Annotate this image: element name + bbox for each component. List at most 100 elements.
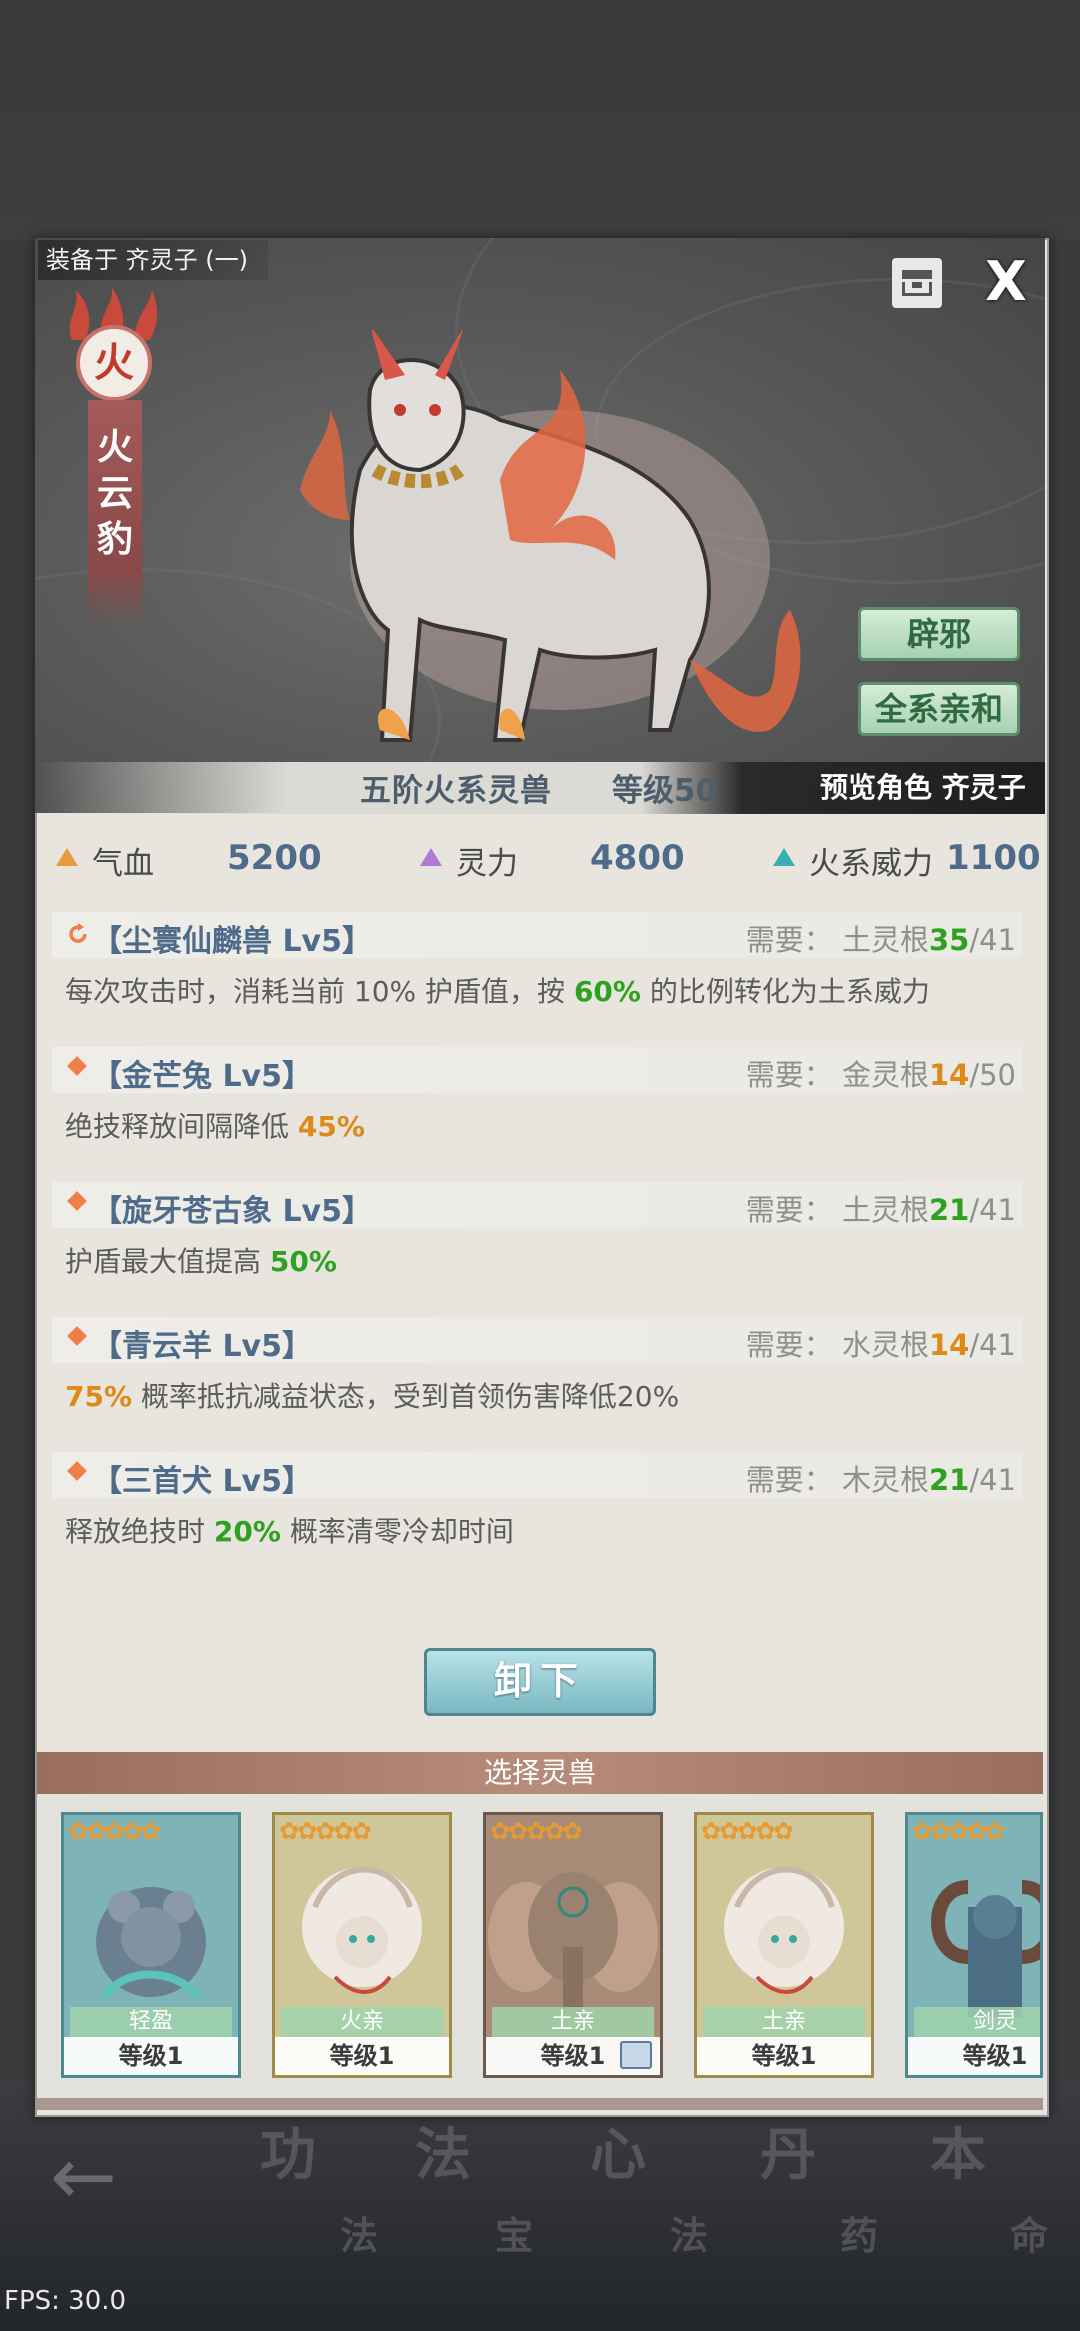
nav-tab-4[interactable]: 本命 [930,2110,1080,2270]
nav-tab-small: 法 [670,2214,709,2258]
pet-card[interactable]: ✿✿✿✿✿ 火亲 等级1 [272,1812,452,2078]
trait-ward-evil-button[interactable]: 辟邪 [858,607,1020,661]
skill-desc-part: 释放绝技时 [65,1515,214,1548]
pet-card-art [724,1866,844,1994]
unequip-button[interactable]: 卸下 [424,1648,656,1716]
nav-tab-big: 本 [930,2123,986,2188]
preview-character[interactable]: 预览角色 齐灵子 [820,766,1026,806]
pet-card-trait: 火亲 [281,2007,443,2037]
stat-mana-value: 4800 [590,838,685,878]
paw-stars-icon: ✿✿✿✿✿ [490,1817,583,1845]
equipped-chest-icon [620,2041,652,2069]
skill-name: 【尘寰仙麟兽 Lv5】 [92,924,372,959]
nav-tab-big: 功 [260,2123,316,2188]
skill-description: 护盾最大值提高 50% [65,1240,337,1280]
skill-req-need: /41 [969,1193,1016,1227]
paw-stars-icon: ✿✿✿✿✿ [912,1817,1005,1845]
pet-card-level: 等级1 [64,2037,238,2075]
stat-mana-label: 灵力 [456,846,518,882]
pet-card-art [488,1872,658,2017]
nav-tab-big: 丹 [760,2123,816,2188]
skill-header: 【青云羊 Lv5】 需要： 水灵根14/41 [52,1317,1022,1364]
paw-stars-icon: ✿✿✿✿✿ [279,1817,372,1845]
skill-description: 绝技释放间隔降低 45% [65,1105,365,1145]
save-icon[interactable] [892,258,942,308]
nav-tab-3[interactable]: 丹药 [760,2110,920,2270]
skill-desc-part: 概率清零冷却时间 [280,1515,514,1548]
close-button[interactable]: X [978,254,1034,310]
pet-card-level: 等级1 [275,2037,449,2075]
nav-tab-small: 宝 [495,2214,534,2258]
nav-tab-2[interactable]: 心法 [590,2110,750,2270]
pet-card-art [96,1887,206,2000]
skill-header: 【三首犬 Lv5】 需要： 木灵根21/41 [52,1452,1022,1499]
nav-tab-big: 法 [415,2123,471,2188]
skill-desc-part: 45% [297,1110,365,1143]
background-top [0,0,1080,240]
diamond-icon [67,1191,87,1211]
skill-req-root: 需要： 土灵根 [745,1193,929,1227]
skill-req-have: 35 [928,923,970,957]
diamond-icon [67,1461,87,1481]
skill-requirement: 需要： 土灵根35/41 [746,917,1016,959]
skill-desc-part: 每次攻击时，消耗当前 10% 护盾值，按 [65,975,574,1008]
pet-name: 火 云 豹 [88,425,142,563]
back-arrow-icon[interactable]: ← [50,2130,117,2223]
nav-tab-small: 法 [340,2214,379,2258]
nav-tab-big: 心 [590,2123,646,2188]
nav-tab-1[interactable]: 法宝 [415,2110,575,2270]
fire-power-triangle-icon [773,848,795,866]
pet-card-trait: 轻盈 [70,2007,232,2037]
skill-req-have: 14 [928,1328,970,1362]
skill-req-need: /41 [969,1328,1016,1362]
skill-name: 【三首犬 Lv5】 [92,1464,312,1499]
pet-rank: 五阶火系灵兽 [360,773,552,809]
skill-header: 【金芒兔 Lv5】 需要： 金灵根14/50 [52,1047,1022,1094]
nav-tab-0[interactable]: 功法 [260,2110,420,2270]
diamond-icon [67,1056,87,1076]
skill-requirement: 需要： 水灵根14/41 [746,1322,1016,1364]
skill-desc-part: 20% [213,1515,281,1548]
skill-header: 【旋牙苍古象 Lv5】 需要： 土灵根21/41 [52,1182,1022,1229]
pet-card-trait: 土亲 [703,2007,865,2037]
skill-description: 75% 概率抵抗减益状态，受到首领伤害降低20% [65,1375,679,1415]
equipped-by-label: 装备于 齐灵子 (一) [38,240,268,280]
nav-tab-small: 药 [840,2214,879,2258]
stat-fire-power-label: 火系威力 [809,846,933,882]
pet-card-art [931,1880,1040,2017]
pet-card-trait: 土亲 [492,2007,654,2037]
pet-card-level: 等级1 [697,2037,871,2075]
skill-req-root: 需要： 水灵根 [745,1328,929,1362]
skill-req-need: /50 [969,1058,1016,1092]
paw-stars-icon: ✿✿✿✿✿ [68,1817,161,1845]
skill-requirement: 需要： 木灵根21/41 [746,1457,1016,1499]
skill-name: 【旋牙苍古象 Lv5】 [92,1194,372,1229]
skill-req-root: 需要： 金灵根 [745,1058,929,1092]
pet-card[interactable]: ✿✿✿✿✿ 剑灵 等级1 [905,1812,1043,2078]
fire-cloud-leopard-illustration [300,330,801,742]
pet-card-trait: 剑灵 [914,2007,1040,2037]
skill-desc-part: 75% [65,1380,133,1413]
paw-stars-icon: ✿✿✿✿✿ [701,1817,794,1845]
panel-bottom-border [37,2098,1043,2110]
skill-desc-part: 绝技释放间隔降低 [65,1110,298,1143]
pet-card[interactable]: ✿✿✿✿✿ 轻盈 等级1 [61,1812,241,2078]
refresh-icon [69,923,87,943]
skill-desc-part: 概率抵抗减益状态，受到首领伤害降低20% [132,1380,680,1413]
skill-name: 【金芒兔 Lv5】 [92,1059,312,1094]
diamond-icon [67,1326,87,1346]
mana-triangle-icon [420,848,442,866]
stat-hp-value: 5200 [227,838,322,878]
pet-card-level: 等级1 [908,2037,1040,2075]
skill-desc-part: 50% [269,1245,337,1278]
pet-card[interactable]: ✿✿✿✿✿ 土亲 等级1 [694,1812,874,2078]
skill-req-root: 需要： 木灵根 [745,1463,929,1497]
skill-description: 每次攻击时，消耗当前 10% 护盾值，按 60% 的比例转化为土系威力 [65,970,930,1010]
nav-tab-small: 命 [1010,2214,1049,2258]
skill-requirement: 需要： 土灵根21/41 [746,1187,1016,1229]
trait-all-affinity-button[interactable]: 全系亲和 [858,682,1020,736]
hp-triangle-icon [56,848,78,866]
stat-hp-label: 气血 [92,846,154,882]
skill-req-have: 21 [928,1463,970,1497]
pet-card[interactable]: ✿✿✿✿✿ 土亲 等级1 [483,1812,663,2078]
